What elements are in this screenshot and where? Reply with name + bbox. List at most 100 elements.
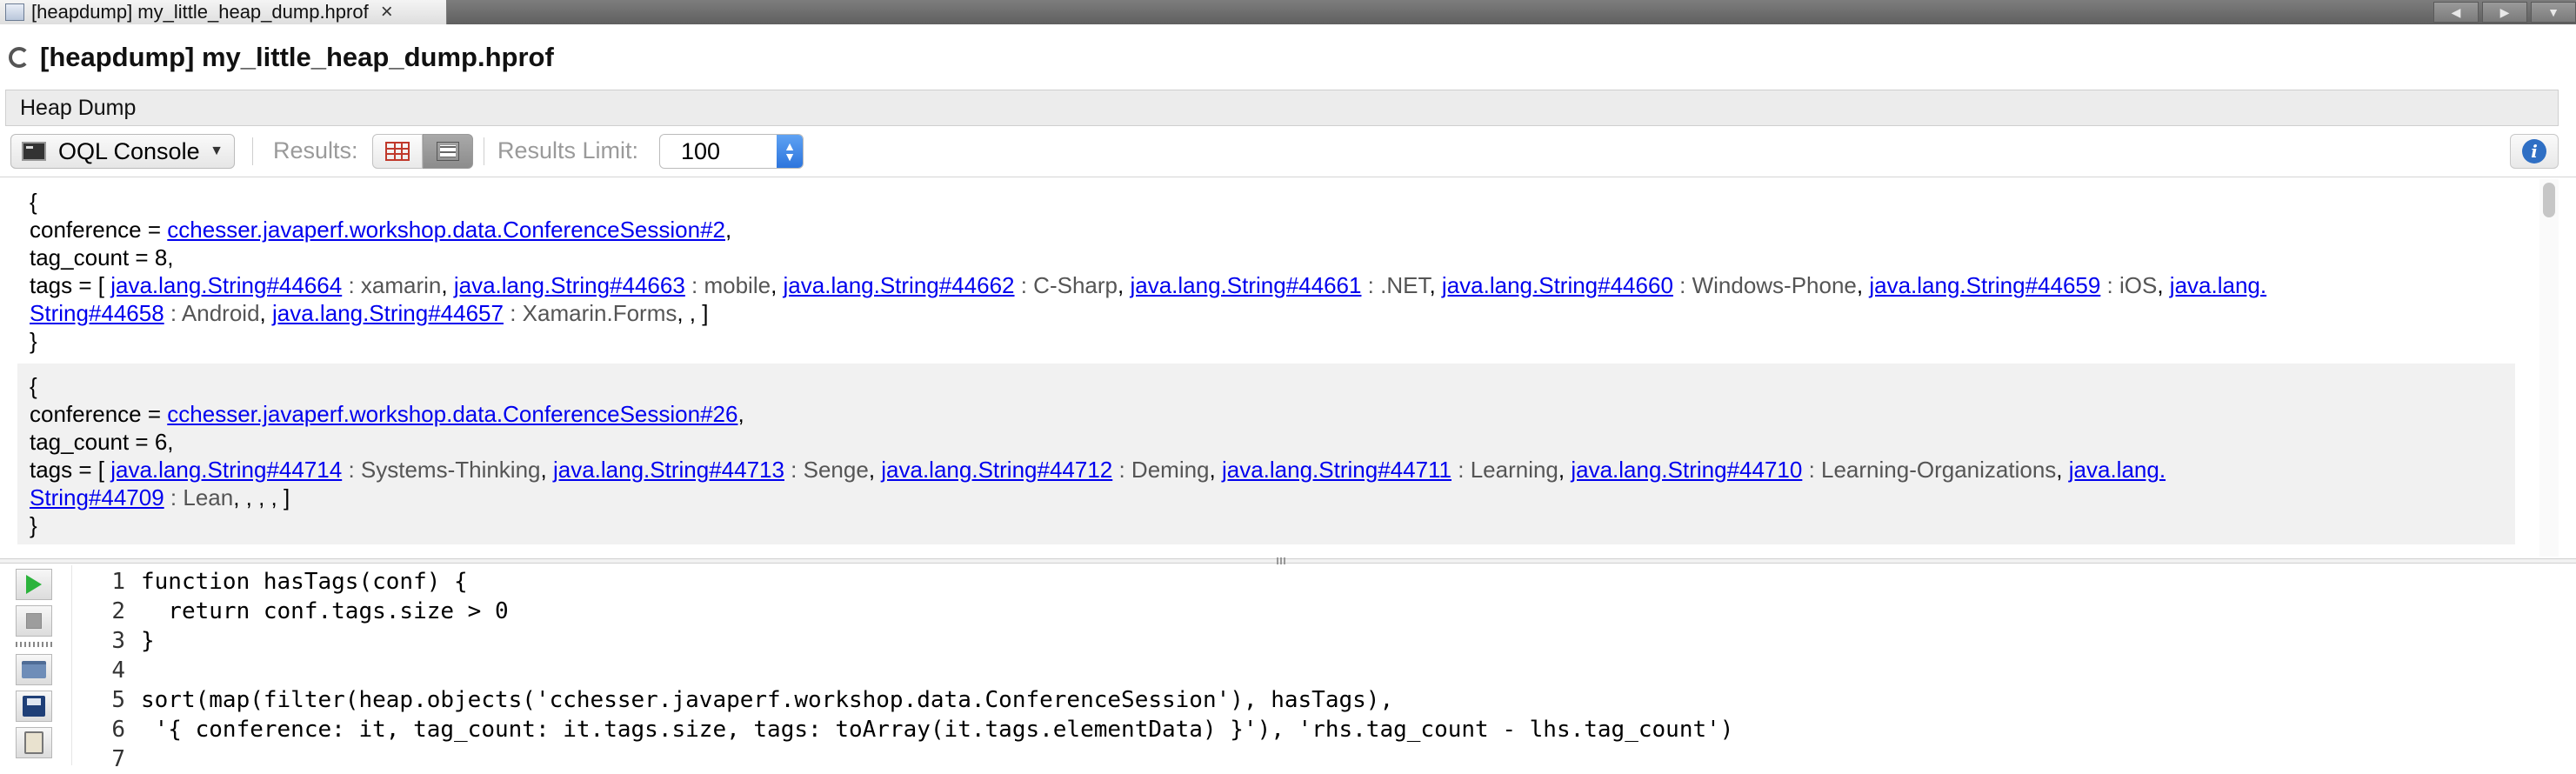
results-limit-label: Results Limit: — [497, 137, 639, 163]
text-view-icon — [437, 142, 459, 161]
table-view-button[interactable] — [372, 134, 423, 169]
conference-link[interactable]: cchesser.javaperf.workshop.data.Conferen… — [167, 401, 737, 427]
oql-toolbar: OQL Console ▼ Results: Results Limit: 10… — [0, 129, 2576, 174]
line-code: return conf.tags.size > 0 — [141, 598, 509, 624]
code-line: 6 '{ conference: it, tag_count: it.tags.… — [83, 715, 1733, 744]
oql-console-label: OQL Console — [58, 137, 200, 164]
query-results-pane: { conference = cchesser.javaperf.worksho… — [0, 179, 2539, 557]
line-number: 7 — [111, 746, 125, 772]
tag-string-link[interactable]: java.lang.String#44661 — [1130, 272, 1361, 298]
info-icon: i — [2522, 139, 2546, 163]
tag-string-link[interactable]: java.lang.String#44664 — [110, 272, 342, 298]
tag-string-link[interactable]: java.lang.String#44712 — [881, 457, 1112, 483]
info-button[interactable]: i — [2510, 134, 2559, 169]
code-area[interactable]: 1 function hasTags(conf) { 2 return conf.… — [83, 567, 1733, 774]
line-number: 6 — [111, 717, 125, 743]
results-limit-spinner[interactable]: 100 ▲ ▼ — [659, 134, 804, 169]
tag-value: : Windows-Phone — [1672, 272, 1857, 298]
result-close-brace: } — [30, 512, 37, 538]
tag-value: : Deming — [1112, 457, 1210, 483]
tag-value: : Android — [164, 300, 260, 326]
document-tab[interactable]: [heapdump] my_little_heap_dump.hprof × — [0, 0, 447, 24]
heapdump-tab-icon — [5, 3, 24, 21]
result-item: { conference = cchesser.javaperf.worksho… — [17, 364, 2515, 544]
splitter-grip-icon[interactable] — [1277, 557, 1285, 564]
chevron-down-icon: ▼ — [210, 143, 224, 158]
result-tag-count-line: tag_count = 8, — [30, 244, 174, 270]
saved-queries-button[interactable] — [16, 727, 52, 758]
save-icon — [23, 696, 45, 717]
line-number: 3 — [111, 628, 125, 654]
result-tags-line: tags = [ java.lang.String#44664 : xamari… — [30, 272, 2267, 298]
tags-prefix: tags = [ — [30, 457, 111, 483]
tag-string-link[interactable]: java.lang.String#44713 — [553, 457, 784, 483]
result-conference-line: conference = cchesser.javaperf.workshop.… — [30, 400, 2515, 428]
text-view-button[interactable] — [423, 134, 473, 169]
tag-string-link[interactable]: java.lang.String#44663 — [454, 272, 685, 298]
results-scrollbar-thumb[interactable] — [2543, 183, 2555, 217]
window-title-row: [heapdump] my_little_heap_dump.hprof — [0, 35, 554, 80]
run-query-button[interactable] — [16, 569, 52, 600]
tag-value: : Systems-Thinking — [342, 457, 541, 483]
tag-string-link[interactable]: java.lang.String#44660 — [1442, 272, 1673, 298]
results-label: Results: — [273, 137, 358, 163]
result-conference-line: conference = cchesser.javaperf.workshop.… — [30, 216, 2515, 244]
tag-string-link[interactable]: java.lang.String#44710 — [1571, 457, 1802, 483]
tag-string-link-wrapped[interactable]: java.lang. — [2170, 272, 2266, 298]
open-script-button[interactable] — [16, 654, 52, 685]
tag-value: : .NET — [1361, 272, 1430, 298]
line-number: 1 — [111, 569, 125, 595]
tab-list-menu-button[interactable]: ▼ — [2531, 2, 2576, 23]
tag-string-link[interactable]: java.lang.String#44659 — [1869, 272, 2100, 298]
pane-splitter[interactable] — [0, 558, 2576, 564]
toolbar-separator — [252, 137, 253, 165]
line-code: } — [141, 628, 155, 654]
stop-query-button[interactable] — [16, 605, 52, 637]
result-tags-continued: String#44658 : Android, java.lang.String… — [30, 300, 709, 326]
tags-suffix: , , ] — [677, 300, 709, 326]
line-number: 4 — [111, 657, 125, 684]
clipboard-icon — [24, 731, 43, 754]
conference-tail: , — [737, 401, 744, 427]
tag-value: : C-Sharp — [1014, 272, 1118, 298]
scroll-tabs-left-button[interactable]: ◀ — [2433, 2, 2479, 23]
toolbar-separator — [16, 642, 52, 647]
code-line: 3} — [83, 626, 1733, 656]
conference-link[interactable]: cchesser.javaperf.workshop.data.Conferen… — [167, 217, 725, 243]
line-code: sort(map(filter(heap.objects('cchesser.j… — [141, 687, 1394, 713]
conference-tail: , — [725, 217, 732, 243]
console-icon — [22, 142, 46, 161]
result-close-brace: } — [30, 328, 37, 354]
code-line: 1 function hasTags(conf) { — [83, 567, 1733, 597]
line-number: 2 — [111, 598, 125, 624]
tag-string-link-wrapped[interactable]: String#44709 — [30, 484, 164, 510]
results-scrollbar[interactable] — [2539, 179, 2559, 557]
result-tag-count-line: tag_count = 6, — [30, 429, 174, 455]
heap-dump-section-header[interactable]: Heap Dump — [5, 90, 2559, 126]
tag-string-link-wrapped[interactable]: java.lang. — [2069, 457, 2166, 483]
conference-key: conference = — [30, 217, 168, 243]
scroll-tabs-right-button[interactable]: ▶ — [2482, 2, 2527, 23]
tag-value: : Learning-Organizations — [1802, 457, 2057, 483]
tag-string-link[interactable]: java.lang.String#44714 — [110, 457, 342, 483]
result-open-brace: { — [30, 189, 37, 215]
close-tab-icon[interactable]: × — [381, 2, 393, 23]
oql-editor: 1 function hasTags(conf) { 2 return conf.… — [0, 565, 2576, 772]
folder-icon — [22, 661, 46, 678]
oql-console-dropdown[interactable]: OQL Console ▼ — [10, 134, 235, 169]
tags-suffix: , , , , ] — [233, 484, 290, 510]
results-limit-value: 100 — [681, 138, 721, 164]
tag-string-link-wrapped[interactable]: String#44658 — [30, 300, 164, 326]
tag-value: : xamarin — [342, 272, 442, 298]
tag-value: : mobile — [684, 272, 771, 298]
tag-string-link[interactable]: java.lang.String#44662 — [784, 272, 1015, 298]
document-tab-title: [heapdump] my_little_heap_dump.hprof — [31, 1, 369, 23]
tag-string-link[interactable]: java.lang.String#44657 — [272, 300, 504, 326]
tag-value: : Lean — [164, 484, 234, 510]
tag-string-link[interactable]: java.lang.String#44711 — [1222, 457, 1452, 483]
stepper-arrows-icon[interactable]: ▲ ▼ — [777, 135, 803, 168]
tag-value: : Learning — [1452, 457, 1558, 483]
line-code: function hasTags(conf) { — [141, 569, 468, 595]
save-script-button[interactable] — [16, 691, 52, 722]
tags-prefix: tags = [ — [30, 272, 111, 298]
